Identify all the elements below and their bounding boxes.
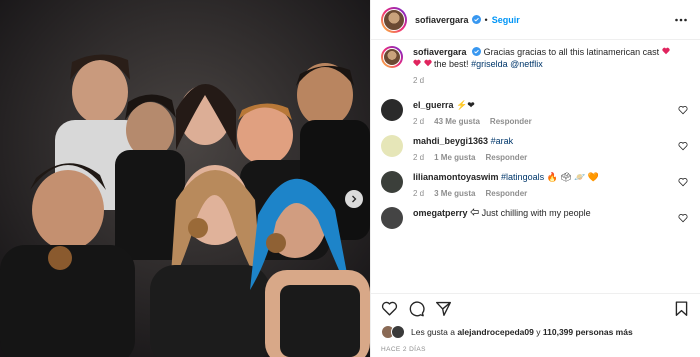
more-icon[interactable] [674, 13, 688, 27]
verified-icon [472, 47, 482, 56]
chevron-right-icon [352, 195, 357, 203]
comment-likes[interactable]: 1 Me gusta [434, 153, 475, 162]
comment-hashtag[interactable]: #latingoals [501, 172, 544, 182]
heart-icon[interactable] [678, 177, 688, 187]
comment-item: mahdi_beygi1363 #arak 2 d 1 Me gusta Res… [381, 135, 690, 162]
comment-time[interactable]: 2 d [413, 189, 424, 198]
comment-time[interactable]: 2 d [413, 117, 424, 126]
separator-dot: • [484, 14, 488, 25]
reply-button[interactable]: Responder [485, 153, 527, 162]
comment-time[interactable]: 2 d [413, 153, 424, 162]
reply-button[interactable]: Responder [485, 189, 527, 198]
comment-likes[interactable]: 43 Me gusta [434, 117, 480, 126]
author-username[interactable]: sofiavergara [415, 15, 469, 25]
heart-icon[interactable] [678, 213, 688, 223]
author-avatar[interactable] [381, 6, 407, 33]
commenter-avatar[interactable] [381, 99, 403, 121]
commenter-username[interactable]: el_guerra [413, 100, 454, 110]
comment-text: ⚡❤ [456, 100, 475, 110]
commenter-username[interactable]: lilianamontoyaswim [413, 172, 499, 182]
likes-count[interactable]: 110,399 [543, 327, 573, 337]
post-date[interactable]: HACE 2 DÍAS [381, 346, 426, 353]
commenter-username[interactable]: mahdi_beygi1363 [413, 136, 488, 146]
post-caption: sofiavergara Gracias gracias to all this… [381, 46, 690, 85]
likes-prefix: Les gusta a [411, 327, 455, 337]
comment-text: Just chilling with my people [481, 208, 591, 218]
reply-button[interactable]: Responder [490, 117, 532, 126]
heart-icon[interactable] [381, 300, 398, 317]
commenter-avatar[interactable] [381, 207, 403, 229]
comment-text: 🔥 🗳 🪐 🧡 [546, 172, 600, 182]
post-header: sofiavergara • Seguir [371, 0, 700, 40]
red-heart-emoji-icon [413, 59, 421, 67]
group-photo-image [0, 0, 370, 357]
likes-summary: Les gusta a alejandrocepeda09 y 110,399 … [381, 325, 690, 339]
commenter-avatar[interactable] [381, 171, 403, 193]
likes-suffix[interactable]: personas más [576, 327, 633, 337]
comment-hashtag[interactable]: #arak [491, 136, 514, 146]
caption-text-2: the best! [434, 59, 469, 69]
post-actions-bar [371, 293, 700, 323]
commenter-username[interactable]: omegatperry [413, 208, 468, 218]
red-heart-emoji-icon [662, 47, 670, 55]
heart-icon[interactable] [678, 105, 688, 115]
save-icon[interactable] [673, 300, 690, 317]
comment-item: lilianamontoyaswim #latingoals 🔥 🗳 🪐 🧡 2… [381, 171, 690, 198]
comments-list[interactable]: sofiavergara Gracias gracias to all this… [371, 40, 700, 290]
share-icon[interactable] [435, 300, 452, 317]
comment-likes[interactable]: 3 Me gusta [434, 189, 475, 198]
caption-time[interactable]: 2 d [413, 76, 424, 85]
post-modal: sofiavergara • Seguir sofiavergara Graci… [0, 0, 700, 357]
next-photo-button[interactable] [345, 190, 363, 208]
caption-avatar[interactable] [381, 46, 403, 68]
likes-conj: y [536, 327, 541, 337]
post-side-panel: sofiavergara • Seguir sofiavergara Graci… [370, 0, 700, 357]
hand-emoji-icon [470, 208, 479, 216]
caption-username[interactable]: sofiavergara [413, 47, 467, 57]
red-heart-emoji-icon [423, 59, 432, 67]
liker-username[interactable]: alejandrocepeda09 [457, 327, 534, 337]
commenter-avatar[interactable] [381, 135, 403, 157]
comment-item: omegatperry Just chilling with my people [381, 207, 690, 229]
likers-avatars[interactable] [381, 325, 407, 339]
caption-text: Gracias gracias to all this latinamerica… [483, 47, 660, 57]
caption-mention[interactable]: @netflix [510, 59, 543, 69]
heart-icon[interactable] [678, 141, 688, 151]
comment-item: el_guerra ⚡❤ 2 d 43 Me gusta Responder [381, 99, 690, 126]
comment-icon[interactable] [408, 300, 425, 317]
verified-icon [471, 15, 481, 24]
caption-hashtag[interactable]: #griselda [471, 59, 508, 69]
follow-button[interactable]: Seguir [492, 15, 520, 25]
post-photo[interactable] [0, 0, 370, 357]
